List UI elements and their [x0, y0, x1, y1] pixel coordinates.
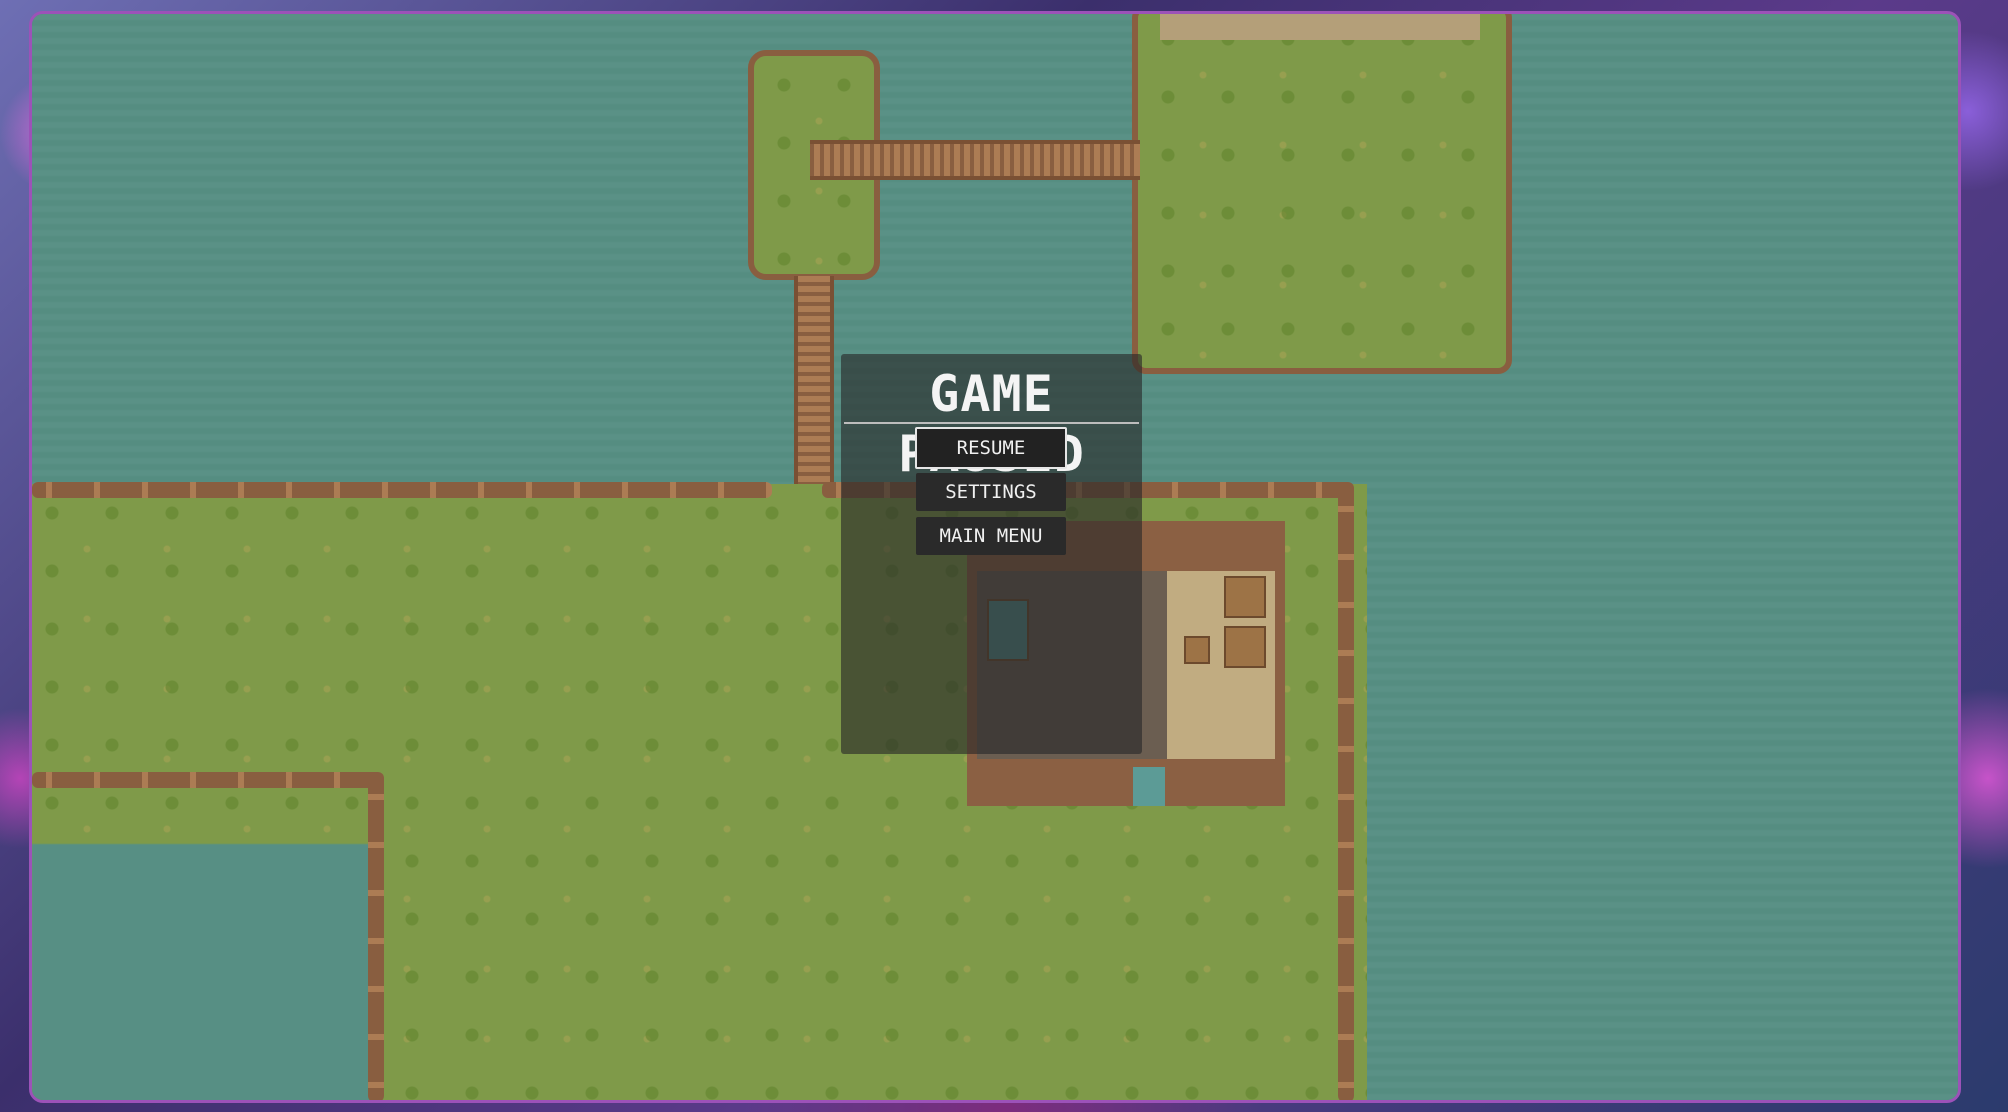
resume-button[interactable]: RESUME [915, 427, 1067, 469]
main-menu-button[interactable]: MAIN MENU [916, 517, 1066, 555]
title-divider [844, 422, 1139, 424]
pause-menu-panel: GAME PAUSED RESUME SETTINGS MAIN MENU [841, 354, 1142, 754]
settings-button[interactable]: SETTINGS [916, 473, 1066, 511]
